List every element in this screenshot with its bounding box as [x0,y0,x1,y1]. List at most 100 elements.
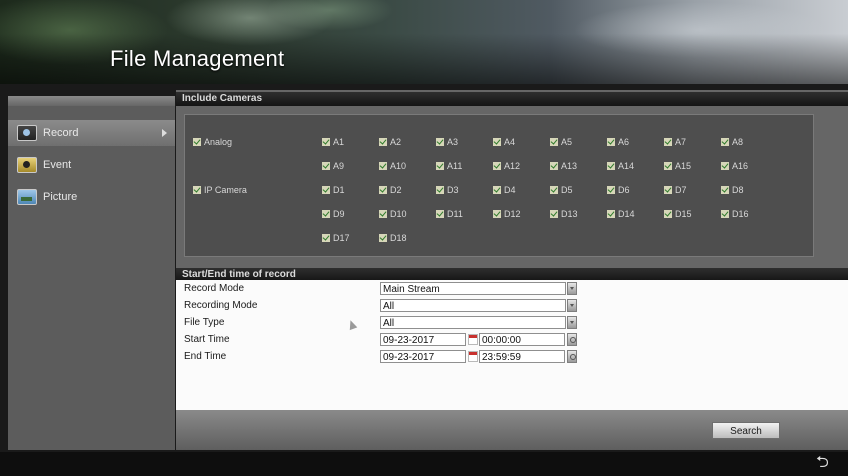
camera-label: A2 [390,137,402,147]
camera-checkbox-d1[interactable]: D1 [322,185,345,195]
camera-checkbox-a3[interactable]: A3 [436,137,458,147]
check-icon [607,138,615,146]
dropdown-arrow-icon[interactable] [567,282,577,295]
analog-checkbox[interactable]: Analog [193,137,232,147]
check-icon [607,210,615,218]
camera-checkbox-a16[interactable]: A16 [721,161,748,171]
camera-checkbox-d5[interactable]: D5 [550,185,573,195]
check-icon [550,210,558,218]
camera-checkbox-d18[interactable]: D18 [379,233,407,243]
camera-selection-box: Analog IP Camera A1 A2 A3 A4 A5 A6 A7 A8… [184,114,814,257]
sidebar-top-strip [8,96,175,106]
camera-checkbox-d3[interactable]: D3 [436,185,459,195]
calendar-icon[interactable] [468,334,478,345]
start-time-field[interactable]: 00:00:00 [479,333,565,346]
main-panel: Include Cameras Analog IP Camera A1 A2 A… [176,90,848,450]
calendar-icon[interactable] [468,351,478,362]
camera-checkbox-a11[interactable]: A11 [436,161,462,171]
check-icon [550,138,558,146]
page-title: File Management [110,46,285,71]
footer-bar [0,452,848,476]
check-icon [721,210,729,218]
camera-checkbox-d17[interactable]: D17 [322,233,350,243]
recording-mode-label: Recording Mode [184,300,258,311]
end-time-label: End Time [184,351,227,362]
camera-label: D10 [390,209,407,219]
camera-label: A5 [561,137,573,147]
camera-checkbox-a14[interactable]: A14 [607,161,634,171]
check-icon [379,234,387,242]
include-cameras-header: Include Cameras [176,92,848,106]
camera-checkbox-d8[interactable]: D8 [721,185,744,195]
camera-checkbox-d11[interactable]: D11 [436,209,463,219]
check-icon [664,138,672,146]
ip-camera-checkbox[interactable]: IP Camera [193,185,247,195]
record-time-form: Record Mode Main Stream Recording Mode A… [176,280,848,410]
check-icon [721,138,729,146]
check-icon [721,186,729,194]
dropdown-arrow-icon[interactable] [567,316,577,329]
dropdown-arrow-icon[interactable] [567,299,577,312]
camera-checkbox-d2[interactable]: D2 [379,185,402,195]
check-icon [322,162,330,170]
camera-label: A6 [618,137,630,147]
end-time-field[interactable]: 23:59:59 [479,350,565,363]
file-type-select[interactable]: All [380,316,566,329]
camera-checkbox-d9[interactable]: D9 [322,209,345,219]
clock-icon[interactable] [567,350,577,363]
check-icon [379,162,387,170]
camera-label: D8 [732,185,744,195]
camera-checkbox-a2[interactable]: A2 [379,137,401,147]
sidebar-item-label: Record [43,127,79,139]
check-icon [322,186,330,194]
check-icon [493,138,501,146]
check-icon [664,210,672,218]
record-time-title: Start/End time of record [182,269,296,280]
ip-camera-label: IP Camera [204,185,247,195]
sidebar-item-label: Picture [43,191,78,203]
sidebar-item-picture[interactable]: Picture [8,184,175,210]
end-date-field[interactable]: 09-23-2017 [380,350,466,363]
camera-checkbox-a15[interactable]: A15 [664,161,691,171]
camera-label: D7 [675,185,687,195]
camera-checkbox-a9[interactable]: A9 [322,161,344,171]
camera-checkbox-d16[interactable]: D16 [721,209,749,219]
recording-mode-select[interactable]: All [380,299,566,312]
camera-checkbox-a7[interactable]: A7 [664,137,686,147]
camera-checkbox-a8[interactable]: A8 [721,137,743,147]
camera-checkbox-d12[interactable]: D12 [493,209,521,219]
camera-checkbox-d10[interactable]: D10 [379,209,407,219]
picture-icon [17,189,37,205]
sidebar-item-event[interactable]: Event [8,152,175,178]
start-time-label: Start Time [184,334,230,345]
check-icon [550,186,558,194]
camera-checkbox-a12[interactable]: A12 [493,161,520,171]
camera-checkbox-d6[interactable]: D6 [607,185,630,195]
search-button[interactable]: Search [712,422,780,439]
check-icon [664,162,672,170]
clock-icon[interactable] [567,333,577,346]
camera-checkbox-d13[interactable]: D13 [550,209,578,219]
camera-label: D15 [675,209,692,219]
camera-checkbox-d4[interactable]: D4 [493,185,516,195]
camera-label: A15 [675,161,692,171]
camera-checkbox-d14[interactable]: D14 [607,209,635,219]
camera-checkbox-a5[interactable]: A5 [550,137,572,147]
camera-checkbox-a10[interactable]: A10 [379,161,406,171]
analog-label: Analog [204,137,233,147]
return-icon[interactable]: ⮌ [816,455,832,471]
camera-checkbox-a4[interactable]: A4 [493,137,515,147]
camera-label: D9 [333,209,345,219]
check-icon [436,162,444,170]
camera-checkbox-a13[interactable]: A13 [550,161,577,171]
record-mode-select[interactable]: Main Stream [380,282,566,295]
camera-checkbox-d7[interactable]: D7 [664,185,687,195]
camera-checkbox-a1[interactable]: A1 [322,137,344,147]
camera-checkbox-a6[interactable]: A6 [607,137,629,147]
start-date-field[interactable]: 09-23-2017 [380,333,466,346]
check-icon [664,186,672,194]
camera-label: A14 [618,161,635,171]
sidebar-item-record[interactable]: Record [8,120,175,146]
check-icon [721,162,729,170]
camera-checkbox-d15[interactable]: D15 [664,209,692,219]
